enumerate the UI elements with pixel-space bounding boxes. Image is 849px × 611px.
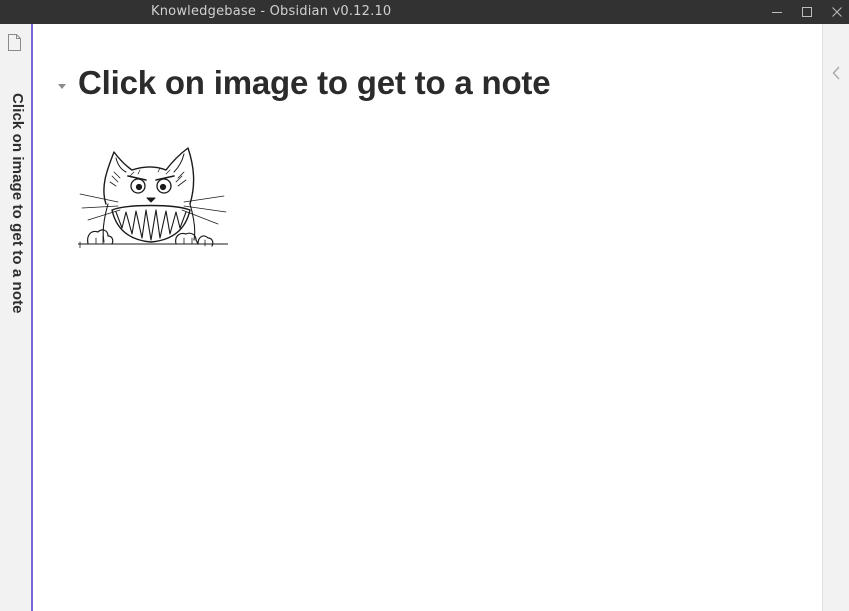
chevron-left-icon[interactable] — [832, 66, 840, 80]
maximize-icon — [802, 7, 812, 17]
stacked-tab-strip[interactable]: Click on image to get to a note — [0, 24, 31, 611]
collapse-heading-icon[interactable] — [57, 81, 67, 91]
window-title: Knowledgebase - Obsidian v0.12.10 — [151, 4, 392, 19]
right-sidebar-strip[interactable] — [822, 24, 849, 611]
minimize-button[interactable] — [762, 0, 792, 24]
note-heading: Click on image to get to a note — [78, 64, 551, 101]
file-icon — [8, 34, 21, 51]
cat-image[interactable] — [78, 146, 228, 248]
close-icon — [832, 7, 842, 17]
close-button[interactable] — [822, 0, 849, 24]
title-bar: Knowledgebase - Obsidian v0.12.10 — [0, 0, 849, 24]
note-editor: Click on image to get to a note — [33, 24, 822, 611]
minimize-icon — [772, 12, 782, 13]
stacked-tab-title[interactable]: Click on image to get to a note — [9, 93, 26, 314]
maximize-button[interactable] — [792, 0, 822, 24]
